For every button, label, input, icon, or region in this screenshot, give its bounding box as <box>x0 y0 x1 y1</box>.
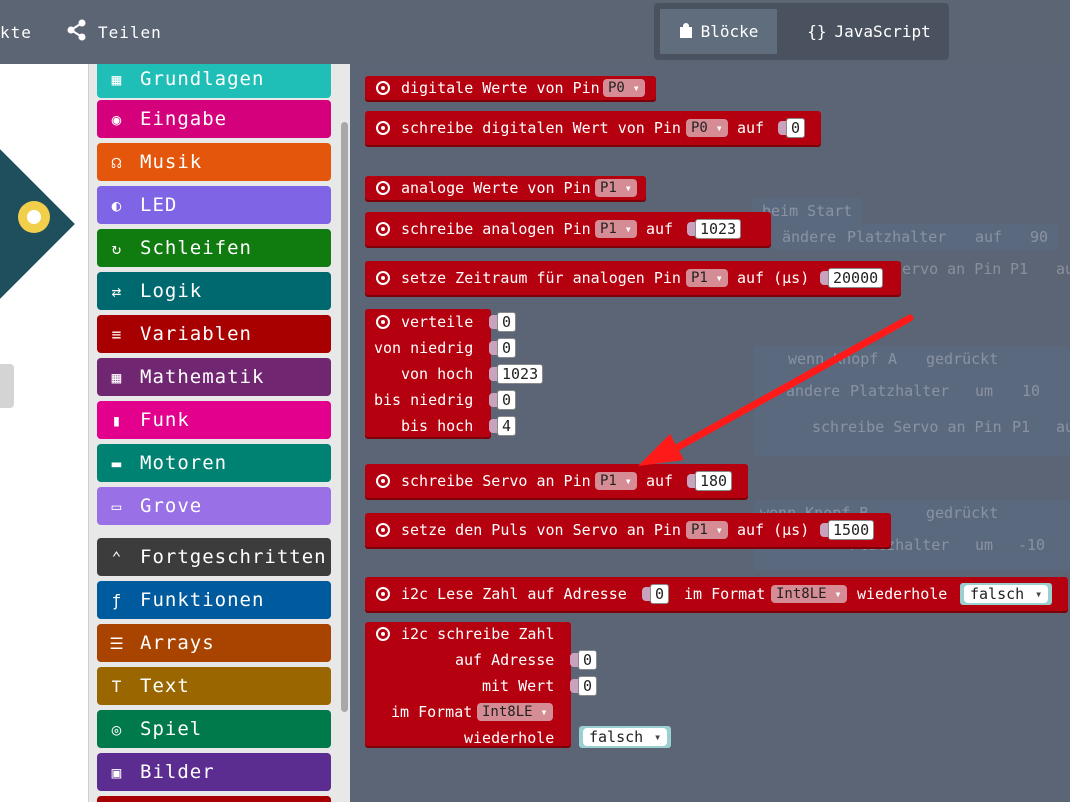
chevron-up-icon: ⌃ <box>111 547 123 567</box>
toolbox-category-label: Funk <box>140 409 190 431</box>
toolbox-category-grundlagen[interactable]: ▦ Grundlagen <box>97 64 331 98</box>
signal-icon: ▮ <box>111 410 123 430</box>
toolbox-category-more[interactable] <box>97 796 331 802</box>
toolbox-category-label: Variablen <box>140 323 252 345</box>
toolbox-category-eingabe[interactable]: ◉ Eingabe <box>97 100 331 138</box>
target-icon: ◉ <box>111 109 123 129</box>
toolbox-category-motoren[interactable]: ▬ Motoren <box>97 444 331 482</box>
tab-blocks-label: Blöcke <box>700 22 759 41</box>
image-icon: ▣ <box>111 762 123 782</box>
blocks-workspace[interactable]: beim Start ändere Platzhalter auf 90 erv… <box>350 64 1070 802</box>
car-icon: ▬ <box>111 453 123 473</box>
function-icon: ƒ <box>111 590 123 610</box>
toolbox-category-spiel[interactable]: ◎ Spiel <box>97 710 331 748</box>
toolbox-category-variablen[interactable]: ≡ Variablen <box>97 315 331 353</box>
toolbox-category-fortgeschritten[interactable]: ⌃ Fortgeschritten <box>97 538 331 576</box>
toolbox-category-label: Logik <box>140 280 203 302</box>
puzzle-icon <box>679 22 693 42</box>
projects-label: kte <box>0 22 32 42</box>
calculator-icon: ▦ <box>111 367 123 387</box>
toolbox-category-grove[interactable]: ▭ Grove <box>97 487 331 525</box>
toolbox-category-text[interactable]: T Text <box>97 667 331 705</box>
list-icon: ☰ <box>109 633 125 653</box>
editor-toggle: Blöcke {} JavaScript <box>654 3 949 60</box>
monitor-icon: ▭ <box>111 496 123 516</box>
gamepad-icon: ◎ <box>111 719 123 739</box>
simulator-scrollbar[interactable] <box>0 364 14 408</box>
toolbox-category-arrays[interactable]: ☰ Arrays <box>97 624 331 662</box>
toolbox-category-label: Mathematik <box>140 366 265 388</box>
pin-connector[interactable] <box>18 201 50 233</box>
top-bar: kte Teilen Blöcke {} JavaScript <box>0 0 1070 64</box>
toolbox-category-label: LED <box>140 194 178 216</box>
share-button[interactable]: Teilen <box>66 16 162 48</box>
toolbox-category-label: Funktionen <box>140 589 265 611</box>
lines-icon: ≡ <box>111 324 123 344</box>
toolbox-category-musik[interactable]: ☊ Musik <box>97 143 331 181</box>
tab-javascript[interactable]: {} JavaScript <box>794 9 944 54</box>
toggle-icon: ◐ <box>111 195 123 215</box>
toolbox-category-label: Eingabe <box>140 108 228 130</box>
tab-blocks[interactable]: Blöcke <box>660 9 777 54</box>
toolbox: ▦ Grundlagen ◉ Eingabe ☊ Musik ◐ LED ↻ Schleifen ⇄… <box>88 64 350 802</box>
grid-icon: ▦ <box>111 69 123 89</box>
toolbox-category-label: Grundlagen <box>140 68 265 90</box>
toolbox-category-schleifen[interactable]: ↻ Schleifen <box>97 229 331 267</box>
toolbox-category-label: Schleifen <box>140 237 252 259</box>
simulator-panel <box>0 64 88 802</box>
shuffle-icon: ⇄ <box>111 281 123 301</box>
toolbox-category-label: Musik <box>140 151 203 173</box>
toolbox-category-bilder[interactable]: ▣ Bilder <box>97 753 331 791</box>
share-icon <box>66 19 88 45</box>
toolbox-category-label: Grove <box>140 495 203 517</box>
projects-button[interactable]: kte <box>0 16 32 48</box>
toolbox-category-funktionen[interactable]: ƒ Funktionen <box>97 581 331 619</box>
toolbox-category-funk[interactable]: ▮ Funk <box>97 401 331 439</box>
annotation-arrow <box>638 314 914 466</box>
refresh-icon: ↻ <box>111 238 123 258</box>
toolbox-category-label: Text <box>140 675 190 697</box>
headphones-icon: ☊ <box>111 152 123 172</box>
toolbox-category-label: Motoren <box>140 452 228 474</box>
text-icon: T <box>111 676 123 696</box>
toolbox-category-label: Spiel <box>140 718 203 740</box>
toolbox-category-label: Arrays <box>140 632 215 654</box>
toolbox-category-label: Fortgeschritten <box>140 546 327 568</box>
toolbox-scrollbar[interactable] <box>341 122 348 712</box>
toolbox-category-led[interactable]: ◐ LED <box>97 186 331 224</box>
tab-javascript-label: JavaScript <box>834 22 931 41</box>
braces-icon: {} <box>807 22 827 41</box>
share-label: Teilen <box>98 22 162 42</box>
toolbox-category-label: Bilder <box>140 761 215 783</box>
toolbox-category-logik[interactable]: ⇄ Logik <box>97 272 331 310</box>
toolbox-category-mathematik[interactable]: ▦ Mathematik <box>97 358 331 396</box>
